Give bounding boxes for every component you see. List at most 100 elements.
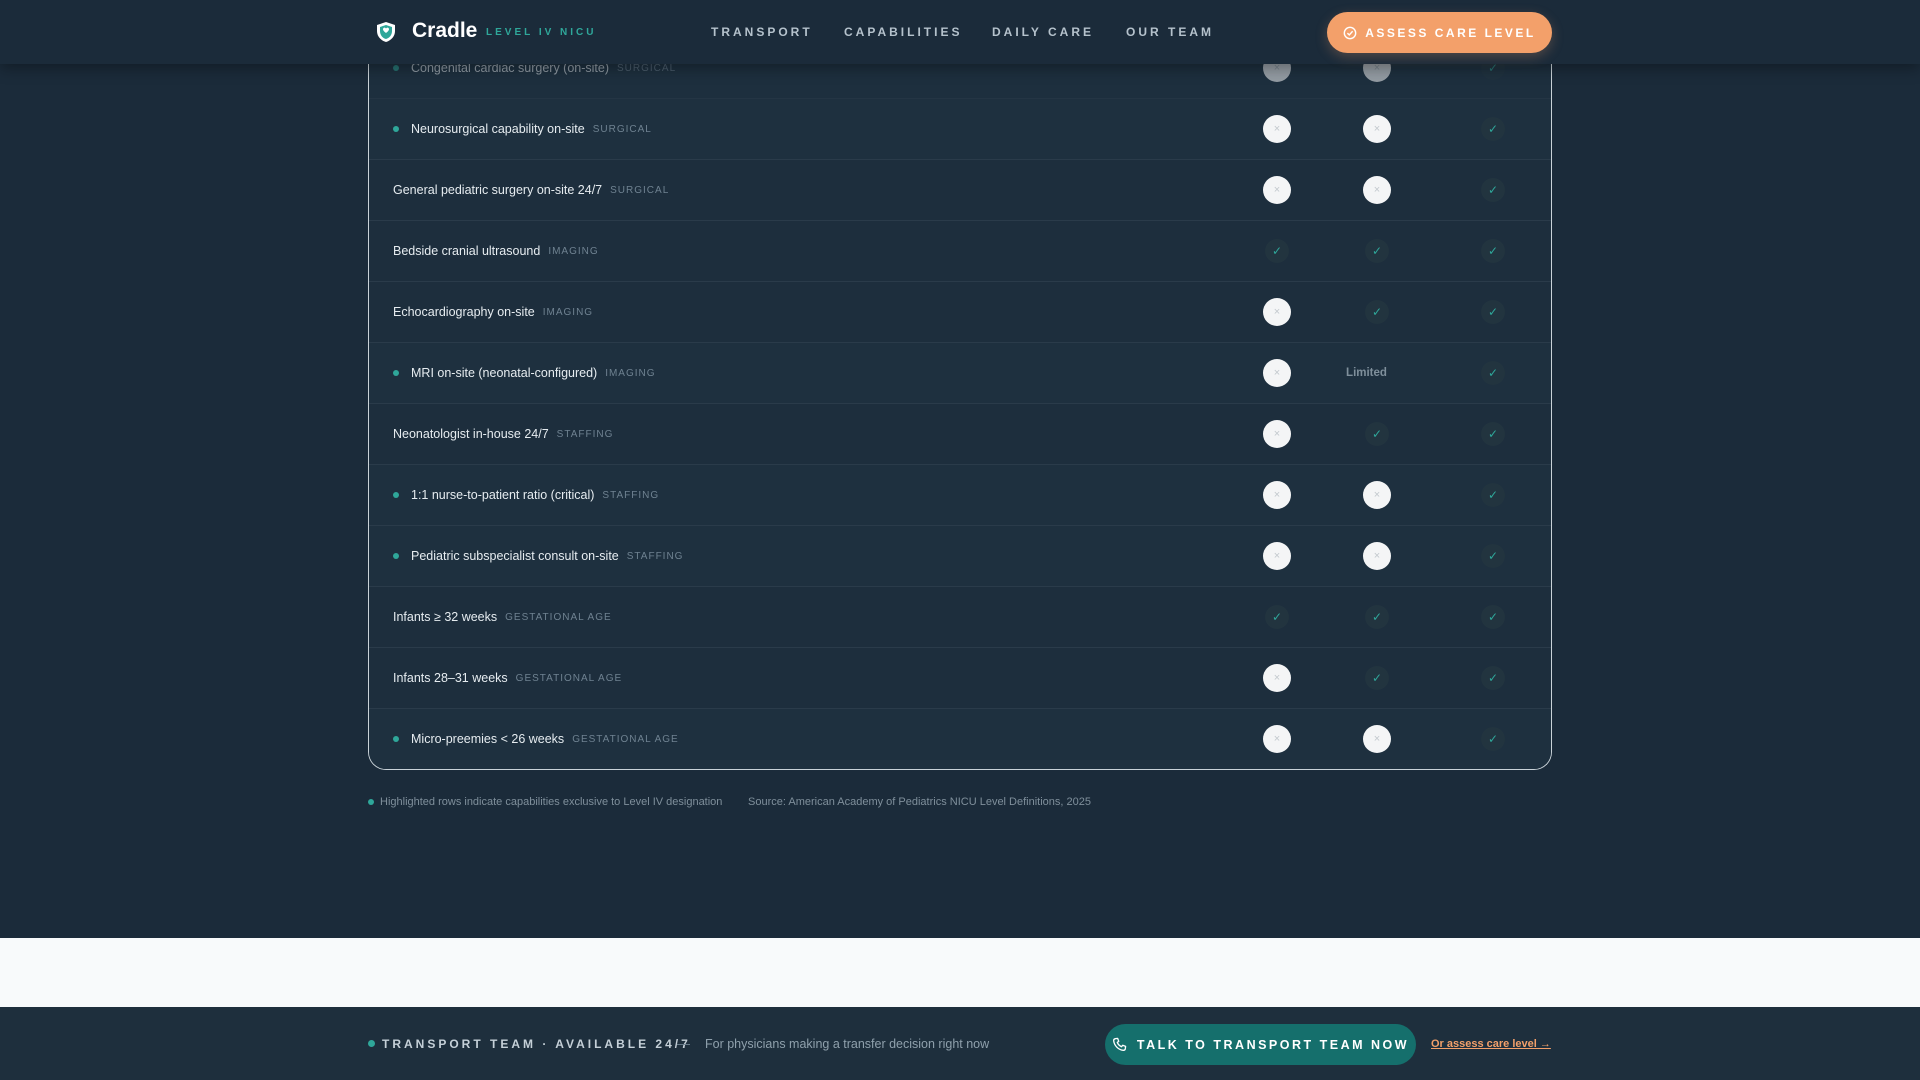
level-cell: × [1263, 664, 1291, 692]
nav-our-team[interactable]: OUR TEAM [1126, 25, 1214, 39]
level-cell: × [1263, 420, 1291, 448]
table-row: Neurosurgical capability on-site SURGICAL… [369, 99, 1551, 160]
row-label: Neurosurgical capability on-site SURGICAL [411, 99, 652, 159]
capability-category: SURGICAL [592, 123, 652, 135]
legend-highlight: Highlighted rows indicate capabilities e… [368, 796, 722, 808]
capability-name: Echocardiography on-site [393, 305, 535, 319]
table-row: Infants ≥ 32 weeks GESTATIONAL AGE ✓ ✓ ✓ [369, 587, 1551, 648]
table-row: Pediatric subspecialist consult on-site S… [369, 526, 1551, 587]
table-row: Bedside cranial ultrasound IMAGING ✓ ✓ ✓ [369, 221, 1551, 282]
exclusive-dot-icon [393, 126, 399, 132]
level-cell: ✓ [1263, 237, 1291, 265]
x-icon: × [1263, 298, 1291, 326]
row-label: General pediatric surgery on-site 24/7 SU… [393, 160, 669, 220]
table-row: Echocardiography on-site IMAGING × ✓ ✓ [369, 282, 1551, 343]
x-icon: × [1263, 725, 1291, 753]
capability-category: STAFFING [626, 550, 684, 562]
legend-source: Source: American Academy of Pediatrics N… [748, 796, 1091, 808]
check-icon: ✓ [1481, 605, 1505, 629]
check-icon: ✓ [1365, 666, 1389, 690]
level-cell: × [1363, 115, 1391, 143]
section-divider-band [0, 938, 1920, 1007]
capability-category: GESTATIONAL AGE [515, 672, 623, 684]
x-icon: × [1363, 725, 1391, 753]
table-row: Neonatologist in-house 24/7 STAFFING × ✓ ✓ [369, 404, 1551, 465]
capability-name: Infants ≥ 32 weeks [393, 610, 498, 624]
check-icon: ✓ [1481, 544, 1505, 568]
level-cell: ✓ [1479, 115, 1507, 143]
capability-category: GESTATIONAL AGE [572, 733, 679, 745]
level-cell: × [1263, 542, 1291, 570]
site-header: Cradle LEVEL IV NICU TRANSPORT CAPABILIT… [0, 0, 1920, 64]
x-icon: × [1363, 542, 1391, 570]
talk-to-transport-label: TALK TO TRANSPORT TEAM NOW [1136, 1037, 1410, 1052]
check-icon: ✓ [1481, 483, 1505, 507]
level-cell: × [1363, 542, 1391, 570]
level-cell: ✓ [1479, 237, 1507, 265]
capability-category: IMAGING [605, 367, 656, 379]
capability-name: Neonatologist in-house 24/7 [393, 427, 549, 441]
x-icon: × [1263, 420, 1291, 448]
brand-tagline: LEVEL IV NICU [486, 27, 597, 38]
level-cell: ✓ [1479, 359, 1507, 387]
assess-care-level-link[interactable]: Or assess care level → [1431, 1038, 1551, 1050]
capability-category: STAFFING [556, 428, 614, 440]
check-icon: ✓ [1481, 117, 1505, 141]
capability-name: Micro-preemies < 26 weeks [411, 732, 565, 746]
level-cell: ✓ [1363, 298, 1391, 326]
level-cell: × [1263, 481, 1291, 509]
row-label: Bedside cranial ultrasound IMAGING [393, 221, 599, 281]
capability-category: STAFFING [602, 489, 660, 501]
level-cell: × [1263, 359, 1291, 387]
transport-bar-separator: — [677, 1036, 690, 1051]
level-cell: ✓ [1363, 420, 1391, 448]
exclusive-dot-icon [393, 736, 399, 742]
capability-name: Neurosurgical capability on-site [411, 122, 585, 136]
status-dot-icon [368, 1040, 375, 1047]
level-cell: × [1363, 176, 1391, 204]
x-icon: × [1263, 115, 1291, 143]
level-cell: × [1263, 725, 1291, 753]
check-icon: ✓ [1365, 605, 1389, 629]
capability-name: General pediatric surgery on-site 24/7 [393, 183, 603, 197]
check-icon: ✓ [1481, 666, 1505, 690]
level-cell: ✓ [1479, 664, 1507, 692]
x-icon: × [1363, 481, 1391, 509]
check-circle-icon [1343, 26, 1357, 39]
row-label: Micro-preemies < 26 weeks GESTATIONAL AGE [411, 709, 679, 769]
level-cell: × [1363, 481, 1391, 509]
level-cell: ✓ [1479, 176, 1507, 204]
row-label: Echocardiography on-site IMAGING [393, 282, 593, 342]
check-icon: ✓ [1265, 239, 1289, 263]
check-icon: ✓ [1365, 239, 1389, 263]
x-icon: × [1263, 542, 1291, 570]
nav-transport[interactable]: TRANSPORT [711, 25, 813, 39]
phone-icon [1112, 1037, 1127, 1051]
level-cell: ✓ [1363, 664, 1391, 692]
row-label: Infants 28–31 weeks GESTATIONAL AGE [393, 648, 622, 708]
level-cell: ✓ [1263, 603, 1291, 631]
exclusive-dot-icon [393, 370, 399, 376]
capability-category: IMAGING [548, 245, 599, 257]
nav-capabilities[interactable]: CAPABILITIES [844, 25, 962, 39]
check-icon: ✓ [1265, 605, 1289, 629]
check-icon: ✓ [1365, 300, 1389, 324]
nav-daily-care[interactable]: DAILY CARE [992, 25, 1094, 39]
level-cell: ✓ [1479, 603, 1507, 631]
exclusive-dot-icon [393, 65, 399, 71]
check-icon: ✓ [1481, 727, 1505, 751]
check-icon: ✓ [1481, 422, 1505, 446]
shield-icon[interactable] [374, 20, 398, 44]
assess-care-level-label: ASSESS CARE LEVEL [1365, 25, 1536, 40]
x-icon: × [1263, 359, 1291, 387]
level-cell: ✓ [1363, 603, 1391, 631]
assess-care-level-button[interactable]: ASSESS CARE LEVEL [1327, 12, 1552, 53]
level-cell: × [1363, 725, 1391, 753]
level-cell: ✓ [1479, 420, 1507, 448]
limited-text: Limited [1346, 367, 1387, 379]
capability-name: Bedside cranial ultrasound [393, 244, 541, 258]
x-icon: × [1263, 176, 1291, 204]
talk-to-transport-button[interactable]: TALK TO TRANSPORT TEAM NOW [1105, 1024, 1416, 1065]
level-cell: ✓ [1479, 725, 1507, 753]
brand-name[interactable]: Cradle [412, 19, 477, 43]
